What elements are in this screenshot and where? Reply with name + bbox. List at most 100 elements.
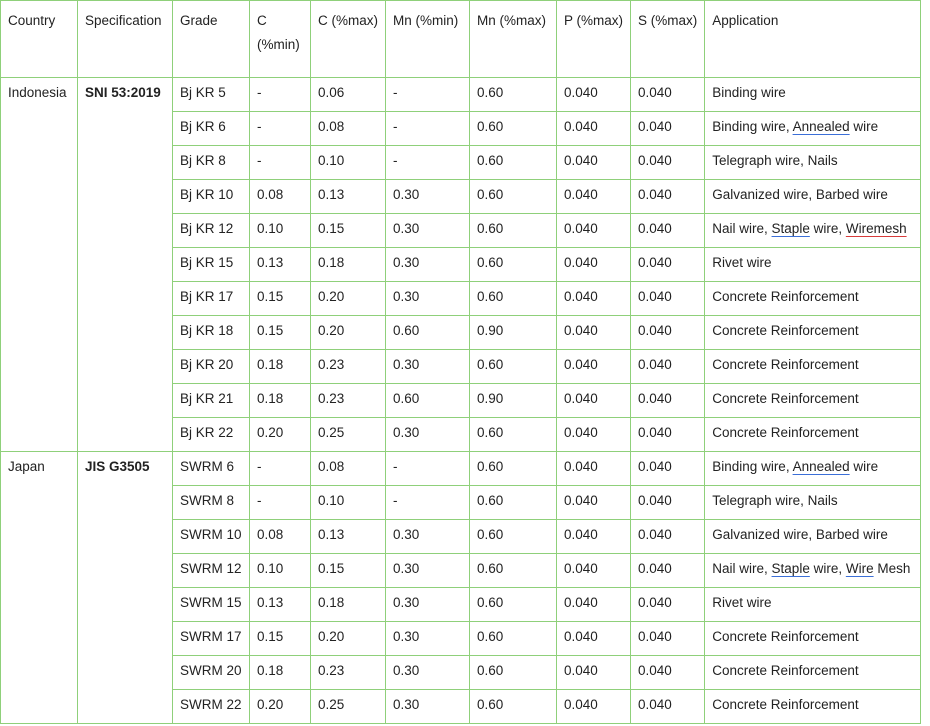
c-min-cell: 0.13: [249, 247, 311, 282]
s-max-cell: 0.040: [630, 315, 706, 350]
c-min-cell: 0.20: [249, 417, 311, 452]
mn-min-cell: -: [385, 451, 470, 486]
c-max-cell: 0.08: [310, 111, 386, 146]
application-text: Rivet wire: [712, 595, 772, 610]
application-text: Galvanized wire, Barbed wire: [712, 187, 888, 202]
application-text: Mesh: [873, 561, 911, 576]
grade-cell: SWRM 20: [172, 655, 250, 690]
p-max-cell: 0.040: [555, 485, 632, 520]
header-s-max: S (%max): [630, 0, 706, 78]
application-text: Concrete Reinforcement: [712, 357, 859, 372]
country-cell: Japan: [0, 451, 78, 724]
mn-max-cell: 0.60: [469, 485, 557, 520]
application-cell: Concrete Reinforcement: [704, 621, 922, 656]
application-cell: Concrete Reinforcement: [704, 417, 922, 452]
header-grade: Grade: [172, 0, 250, 78]
application-cell: Binding wire, Annealed wire: [704, 451, 922, 486]
p-max-cell: 0.040: [555, 383, 632, 418]
mn-min-cell: 0.30: [385, 689, 470, 724]
application-cell: Nail wire, Staple wire, Wire Mesh: [704, 553, 922, 588]
application-text: Nail wire,: [712, 221, 772, 236]
grade-cell: SWRM 17: [172, 621, 250, 656]
application-text: wire: [849, 459, 879, 474]
p-max-cell: 0.040: [555, 349, 632, 384]
header-c-min-line1: C: [257, 13, 267, 28]
c-max-cell: 0.23: [310, 655, 386, 690]
s-max-cell: 0.040: [630, 179, 706, 214]
s-max-cell: 0.040: [630, 553, 706, 588]
application-text: Binding wire,: [712, 459, 793, 474]
application-text: Concrete Reinforcement: [712, 391, 859, 406]
c-max-cell: 0.20: [310, 315, 386, 350]
application-cell: Galvanized wire, Barbed wire: [704, 519, 922, 554]
grade-cell: SWRM 12: [172, 553, 250, 588]
c-min-cell: -: [249, 77, 311, 112]
grade-cell: Bj KR 8: [172, 145, 250, 180]
grade-cell: Bj KR 15: [172, 247, 250, 282]
application-text: Galvanized wire, Barbed wire: [712, 527, 888, 542]
header-mn-min: Mn (%min): [385, 0, 470, 78]
grade-cell: Bj KR 6: [172, 111, 250, 146]
mn-min-cell: 0.30: [385, 247, 470, 282]
s-max-cell: 0.040: [630, 383, 706, 418]
p-max-cell: 0.040: [555, 621, 632, 656]
s-max-cell: 0.040: [630, 349, 706, 384]
s-max-cell: 0.040: [630, 111, 706, 146]
c-min-cell: 0.08: [249, 519, 311, 554]
grade-cell: Bj KR 22: [172, 417, 250, 452]
p-max-cell: 0.040: [555, 315, 632, 350]
c-min-cell: 0.18: [249, 383, 311, 418]
c-max-cell: 0.10: [310, 485, 386, 520]
c-max-cell: 0.15: [310, 553, 386, 588]
c-max-cell: 0.08: [310, 451, 386, 486]
mn-max-cell: 0.60: [469, 111, 557, 146]
mn-max-cell: 0.60: [469, 655, 557, 690]
mn-min-cell: 0.30: [385, 655, 470, 690]
mn-max-cell: 0.60: [469, 417, 557, 452]
mn-max-cell: 0.60: [469, 247, 557, 282]
c-max-cell: 0.13: [310, 179, 386, 214]
application-cell: Binding wire, Annealed wire: [704, 111, 922, 146]
s-max-cell: 0.040: [630, 77, 706, 112]
c-max-cell: 0.20: [310, 281, 386, 316]
c-max-cell: 0.25: [310, 417, 386, 452]
application-text: Telegraph wire, Nails: [712, 493, 838, 508]
c-max-cell: 0.23: [310, 383, 386, 418]
application-cell: Binding wire: [704, 77, 922, 112]
application-text: Binding wire: [712, 85, 786, 100]
s-max-cell: 0.040: [630, 281, 706, 316]
mn-max-cell: 0.60: [469, 77, 557, 112]
application-cell: Concrete Reinforcement: [704, 383, 922, 418]
spec-table-container: Country Specification Grade C (%min) C (…: [0, 0, 922, 724]
grade-cell: Bj KR 21: [172, 383, 250, 418]
spellcheck-underline-word: Annealed: [792, 119, 850, 134]
mn-min-cell: 0.30: [385, 587, 470, 622]
spellcheck-underline-word: Staple: [771, 561, 810, 576]
s-max-cell: 0.040: [630, 485, 706, 520]
application-text: Concrete Reinforcement: [712, 663, 859, 678]
s-max-cell: 0.040: [630, 621, 706, 656]
application-cell: Rivet wire: [704, 247, 922, 282]
p-max-cell: 0.040: [555, 689, 632, 724]
p-max-cell: 0.040: [555, 451, 632, 486]
s-max-cell: 0.040: [630, 417, 706, 452]
application-cell: Galvanized wire, Barbed wire: [704, 179, 922, 214]
header-c-min-line2: (%min): [257, 37, 300, 52]
mn-max-cell: 0.60: [469, 281, 557, 316]
header-application: Application: [704, 0, 922, 78]
application-text: Concrete Reinforcement: [712, 697, 859, 712]
p-max-cell: 0.040: [555, 145, 632, 180]
grade-cell: SWRM 8: [172, 485, 250, 520]
application-text: Concrete Reinforcement: [712, 425, 859, 440]
mn-min-cell: 0.60: [385, 315, 470, 350]
s-max-cell: 0.040: [630, 247, 706, 282]
mn-min-cell: -: [385, 145, 470, 180]
application-cell: Rivet wire: [704, 587, 922, 622]
header-mn-max: Mn (%max): [469, 0, 557, 78]
header-p-max: P (%max): [555, 0, 632, 78]
mn-min-cell: 0.30: [385, 417, 470, 452]
c-max-cell: 0.10: [310, 145, 386, 180]
specification-code: SNI 53:2019: [85, 85, 161, 100]
application-cell: Concrete Reinforcement: [704, 281, 922, 316]
application-cell: Telegraph wire, Nails: [704, 145, 922, 180]
